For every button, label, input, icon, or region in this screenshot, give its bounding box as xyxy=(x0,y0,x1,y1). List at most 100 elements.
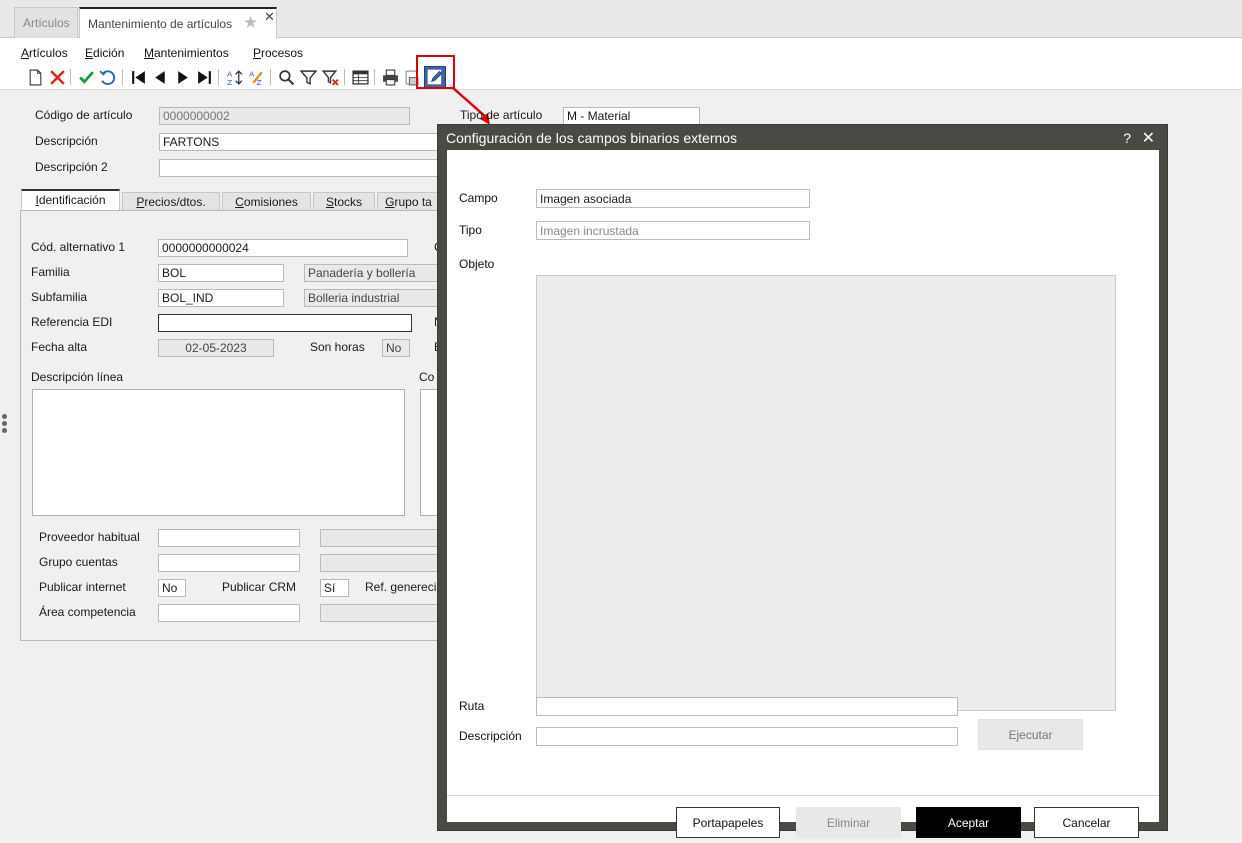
splitter-handle[interactable] xyxy=(1,414,9,438)
sort-descending-icon[interactable]: AZ xyxy=(246,67,266,87)
svg-text:Z: Z xyxy=(227,77,232,85)
objeto-preview-area[interactable] xyxy=(536,275,1116,711)
tab-comisiones[interactable]: Comisiones xyxy=(222,192,311,211)
previous-record-icon[interactable] xyxy=(150,67,170,87)
ruta-field[interactable] xyxy=(536,697,958,716)
ruta-label: Ruta xyxy=(459,699,485,713)
area-competencia-desc-field xyxy=(320,604,440,622)
footer-divider xyxy=(447,795,1159,796)
document-tab-bar: Artículos Mantenimiento de artículos ★ ✕ xyxy=(0,0,1242,39)
sort-ascending-icon[interactable]: AZ xyxy=(224,67,244,87)
menu-bar: Artículos Edición Mantenimientos Proceso… xyxy=(0,38,1242,64)
campo-label: Campo xyxy=(459,191,498,205)
tab-precios-dtos[interactable]: Precios/dtos. xyxy=(122,192,220,211)
son-horas-field[interactable]: No xyxy=(382,339,410,357)
aceptar-button[interactable]: Aceptar xyxy=(916,807,1021,838)
svg-text:A: A xyxy=(249,69,255,78)
menu-articulos[interactable]: Artículos xyxy=(21,46,68,60)
familia-label: Familia xyxy=(31,265,70,279)
tab-label: Mantenimiento de artículos xyxy=(88,17,233,31)
grupo-cuentas-field[interactable] xyxy=(158,554,300,572)
check-icon[interactable] xyxy=(76,67,96,87)
menu-mantenimientos[interactable]: Mantenimientos xyxy=(144,46,229,60)
next-record-icon[interactable] xyxy=(172,67,192,87)
first-record-icon[interactable] xyxy=(128,67,148,87)
objeto-label: Objeto xyxy=(459,257,495,271)
toolbar-separator xyxy=(70,69,71,85)
close-icon[interactable]: ✕ xyxy=(264,10,275,23)
delete-icon[interactable] xyxy=(47,67,67,87)
descripcion-field[interactable] xyxy=(536,727,958,746)
portapapeles-button[interactable]: Portapapeles xyxy=(676,807,780,838)
descripcion-label: Descripción xyxy=(35,134,98,148)
toolbar-separator xyxy=(122,69,123,85)
descripcion2-field[interactable] xyxy=(159,159,439,177)
filter-icon[interactable] xyxy=(298,67,318,87)
familia-code-field[interactable]: BOL xyxy=(158,264,284,282)
eliminar-button[interactable]: Eliminar xyxy=(796,807,901,838)
proveedor-desc-field xyxy=(320,529,440,547)
tab-articulos[interactable]: Artículos xyxy=(14,7,78,38)
tab-identificacion[interactable]: Identificación xyxy=(21,189,120,211)
referencia-edi-field[interactable] xyxy=(158,314,412,332)
menu-procesos[interactable]: Procesos xyxy=(253,46,303,60)
cod-alternativo-field[interactable]: 0000000000024 xyxy=(158,239,408,257)
dialog-body: Campo Imagen asociada Tipo Imagen incrus… xyxy=(447,150,1159,838)
fecha-alta-label: Fecha alta xyxy=(31,340,88,354)
search-icon[interactable] xyxy=(276,67,296,87)
descripcion-field[interactable]: FARTONS xyxy=(159,133,439,151)
toolbar-separator xyxy=(270,69,271,85)
campo-field[interactable]: Imagen asociada xyxy=(536,189,810,208)
tab-mantenimiento-articulos[interactable]: Mantenimiento de artículos ★ ✕ xyxy=(79,7,277,39)
tipo-field[interactable]: Imagen incrustada xyxy=(536,221,810,240)
ref-generica-label: Ref. generecia xyxy=(365,580,439,594)
publicar-internet-label: Publicar internet xyxy=(39,580,126,594)
last-record-icon[interactable] xyxy=(194,67,214,87)
menu-edicion[interactable]: Edición xyxy=(85,46,124,60)
proveedor-label: Proveedor habitual xyxy=(39,530,140,544)
grid-view-icon[interactable] xyxy=(350,67,370,87)
tab-grupo-tallas[interactable]: Grupo ta xyxy=(377,192,440,211)
toolbar-separator xyxy=(218,69,219,85)
cancelar-button[interactable]: Cancelar xyxy=(1034,807,1139,838)
publicar-crm-label: Publicar CRM xyxy=(222,580,297,594)
descripcion2-label: Descripción 2 xyxy=(35,160,108,174)
star-icon[interactable]: ★ xyxy=(243,14,258,31)
codigo-field[interactable]: 0000000002 xyxy=(159,107,410,125)
fecha-alta-field[interactable]: 02-05-2023 xyxy=(158,339,274,357)
comentario-label: Co xyxy=(419,370,435,384)
subfamilia-desc-field: Bolleria industrial xyxy=(304,289,439,307)
grupo-cuentas-label: Grupo cuentas xyxy=(39,555,118,569)
codigo-label: Código de artículo xyxy=(35,108,133,122)
binary-fields-dialog: Configuración de los campos binarios ext… xyxy=(437,124,1168,838)
tipo-label: Tipo xyxy=(459,223,482,237)
tipo-articulo-field[interactable]: M - Material xyxy=(563,107,700,125)
descripcion-linea-textarea[interactable] xyxy=(32,389,405,516)
new-document-icon[interactable] xyxy=(25,67,45,87)
clear-filter-icon[interactable] xyxy=(320,67,340,87)
tipo-articulo-label: Tipo de artículo xyxy=(460,108,543,122)
help-icon[interactable]: ? xyxy=(1123,130,1131,146)
toolbar: AZ AZ xyxy=(0,55,1242,90)
area-competencia-field[interactable] xyxy=(158,604,300,622)
descripcion-label: Descripción xyxy=(459,729,522,743)
toolbar-separator xyxy=(344,69,345,85)
close-icon[interactable]: ✕ xyxy=(1142,128,1155,148)
dialog-title: Configuración de los campos binarios ext… xyxy=(446,130,738,146)
grupo-cuentas-desc-field xyxy=(320,554,440,572)
proveedor-field[interactable] xyxy=(158,529,300,547)
toolbar-separator xyxy=(374,69,375,85)
subfamilia-code-field[interactable]: BOL_IND xyxy=(158,289,284,307)
subfamilia-label: Subfamilia xyxy=(31,290,88,304)
undo-icon[interactable] xyxy=(97,67,117,87)
descripcion-linea-label: Descripción línea xyxy=(31,370,124,384)
familia-desc-field: Panadería y bollería xyxy=(304,264,439,282)
tab-stocks[interactable]: Stocks xyxy=(313,192,375,211)
publicar-internet-field[interactable]: No xyxy=(158,579,186,597)
ejecutar-button[interactable]: Ejecutar xyxy=(978,719,1083,750)
cod-alternativo-label: Cód. alternativo 1 xyxy=(31,240,126,254)
print-icon[interactable] xyxy=(380,67,400,87)
area-competencia-label: Área competencia xyxy=(39,605,136,619)
publicar-crm-field[interactable]: Sí xyxy=(320,579,349,597)
son-horas-label: Son horas xyxy=(310,340,365,354)
